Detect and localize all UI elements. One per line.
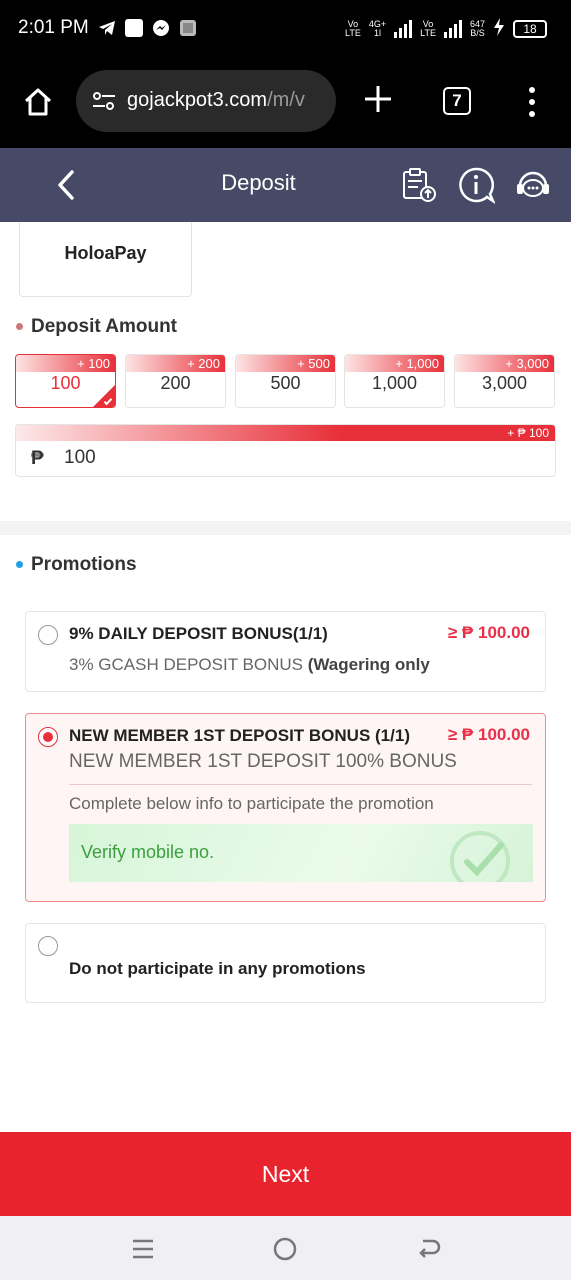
battery-icon: 18 — [513, 19, 547, 38]
volte-indicator-1: Vo LTE — [345, 18, 361, 38]
deposit-record-icon[interactable] — [400, 166, 438, 204]
promo-radio[interactable] — [38, 936, 58, 956]
network-type-indicator: 4G+ 1l — [368, 18, 387, 38]
url-text: gojackpot3.com/m/v — [127, 89, 305, 111]
amount-bonus: + 200 — [126, 355, 225, 372]
promo-subtitle: NEW MEMBER 1ST DEPOSIT 100% BONUS — [69, 751, 457, 772]
amount-value: 500 — [270, 373, 301, 393]
status-app-icons — [98, 19, 197, 37]
amount-input[interactable] — [64, 447, 364, 469]
amount-option-3000[interactable]: + 3,000 3,000 — [454, 354, 555, 408]
amount-bonus: + 500 — [236, 355, 335, 372]
section-dot — [16, 561, 23, 568]
amount-input-box[interactable]: + ₱ 100 ₱ — [15, 424, 556, 477]
app-header: Deposit — [0, 148, 571, 222]
charging-icon — [493, 18, 505, 39]
amount-bonus: + 1,000 — [345, 355, 444, 372]
amount-option-1000[interactable]: + 1,000 1,000 — [344, 354, 445, 408]
signal-icon-2 — [443, 19, 462, 38]
info-icon[interactable] — [457, 166, 496, 205]
promo-subtitle: 3% GCASH DEPOSIT BONUS (Wagering only — [69, 655, 430, 674]
promo-minimum: ≥ ₱ 100.00 — [447, 725, 530, 744]
amount-option-200[interactable]: + 200 200 — [125, 354, 226, 408]
payment-method-name: HoloaPay — [64, 243, 147, 263]
customer-service-icon[interactable] — [514, 166, 552, 204]
promo-title: Do not participate in any promotions — [69, 959, 366, 978]
amount-value: 200 — [160, 373, 191, 393]
status-time: 2:01 PM — [18, 17, 89, 38]
back-nav-icon[interactable] — [415, 1236, 441, 1262]
verified-check-icon — [450, 831, 510, 882]
amount-option-100[interactable]: + 100 100 — [15, 354, 116, 408]
promo-radio[interactable] — [38, 625, 58, 645]
section-divider — [0, 521, 571, 535]
photos-icon — [179, 19, 197, 37]
promo-title: 9% DAILY DEPOSIT BONUS(1/1) — [69, 624, 328, 643]
promo-daily-deposit-bonus[interactable]: 9% DAILY DEPOSIT BONUS(1/1) ≥ ₱ 100.00 3… — [25, 611, 546, 692]
selected-check-icon — [93, 385, 115, 407]
signal-icon — [394, 19, 413, 38]
deposit-amount-title: Deposit Amount — [31, 316, 178, 337]
verify-mobile-label: Verify mobile no. — [81, 842, 215, 862]
promo-title: NEW MEMBER 1ST DEPOSIT BONUS (1/1) — [69, 726, 410, 745]
amount-option-500[interactable]: + 500 500 — [235, 354, 336, 408]
tab-switcher-button[interactable]: 7 — [443, 87, 471, 115]
telegram-icon — [98, 19, 116, 37]
address-bar[interactable]: gojackpot3.com/m/v — [76, 70, 336, 132]
data-speed: 647 B/S — [469, 18, 485, 38]
promo-minimum: ≥ ₱ 100.00 — [447, 623, 530, 642]
amount-value: 3,000 — [481, 373, 528, 393]
payment-method-card[interactable]: HoloaPay — [19, 222, 192, 297]
recent-apps-icon[interactable] — [130, 1236, 156, 1262]
amount-bonus: + 100 — [16, 355, 115, 372]
amount-input-bonus: + ₱ 100 — [16, 425, 555, 441]
promotions-title: Promotions — [31, 554, 137, 575]
next-button[interactable]: Next — [0, 1132, 571, 1216]
section-dot — [16, 323, 23, 330]
messenger-icon — [152, 19, 170, 37]
site-settings-icon[interactable] — [92, 91, 116, 111]
home-icon[interactable] — [22, 86, 54, 118]
home-circle-icon[interactable] — [272, 1236, 298, 1262]
status-bar: 2:01 PM Vo LTE 4G+ 1l Vo LTE 647 B/S 18 — [0, 0, 571, 58]
verify-mobile-button[interactable]: Verify mobile no. — [69, 824, 533, 882]
browser-toolbar: gojackpot3.com/m/v 7 — [0, 58, 571, 148]
more-options-icon[interactable] — [522, 86, 542, 118]
amount-value: 1,000 — [371, 373, 418, 393]
system-nav-bar — [0, 1216, 571, 1280]
app-square-icon — [125, 19, 143, 37]
promo-new-member-bonus[interactable]: NEW MEMBER 1ST DEPOSIT BONUS (1/1) ≥ ₱ 1… — [25, 713, 546, 902]
new-tab-icon[interactable] — [363, 84, 393, 114]
page-title: Deposit — [221, 170, 296, 195]
status-indicators: Vo LTE 4G+ 1l Vo LTE 647 B/S 18 — [345, 18, 547, 39]
promo-do-not-participate[interactable]: Do not participate in any promotions — [25, 923, 546, 1003]
amount-bonus: + 3,000 — [455, 355, 554, 372]
promo-info: Complete below info to participate the p… — [69, 794, 434, 813]
currency-symbol: ₱ — [31, 448, 44, 469]
volte-indicator-2: Vo LTE — [420, 18, 436, 38]
promo-divider — [69, 784, 532, 785]
promo-radio-selected[interactable] — [38, 727, 58, 747]
